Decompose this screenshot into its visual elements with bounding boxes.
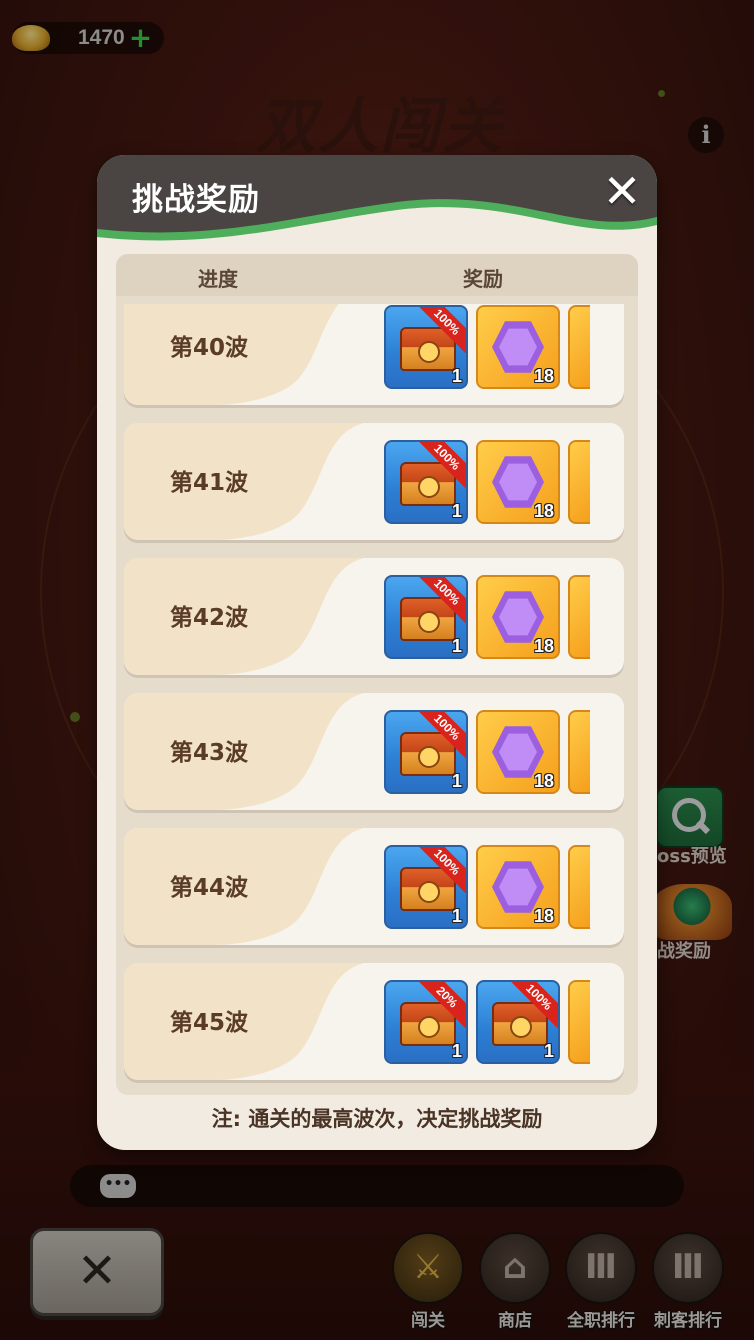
dialog-title: 挑战奖励 xyxy=(132,182,260,218)
item-count: 1 xyxy=(543,1041,554,1061)
wave-label: 第41波 xyxy=(170,470,249,496)
wave-label: 第42波 xyxy=(170,605,249,631)
item-count: 1 xyxy=(451,1041,462,1061)
item-count: 1 xyxy=(451,906,462,926)
table-row: 第45波 20% 1 100% 1 xyxy=(124,963,624,1080)
wave-label: 第40波 xyxy=(170,335,249,361)
table-row: 第41波 100% 1 18 xyxy=(124,423,624,540)
reward-chest-item[interactable]: 100% 1 xyxy=(384,845,468,929)
wave-label: 第45波 xyxy=(170,1010,249,1036)
item-count: 1 xyxy=(451,636,462,656)
reward-item-partial[interactable] xyxy=(568,305,590,389)
reward-hex-item[interactable]: 18 xyxy=(476,845,560,929)
reward-chest-item[interactable]: 100% 1 xyxy=(384,305,468,389)
item-count: 18 xyxy=(533,906,554,926)
item-count: 18 xyxy=(533,636,554,656)
wave-label: 第43波 xyxy=(170,740,249,766)
reward-list[interactable]: 第40波 100% 1 18 第41波 100% 1 18 第42波 100% 1 18 第43波 100… xyxy=(124,304,630,1087)
table-row: 第43波 100% 1 18 xyxy=(124,693,624,810)
item-count: 18 xyxy=(533,366,554,386)
table-header: 进度 奖励 xyxy=(116,254,638,296)
reward-chest-item[interactable]: 100% 1 xyxy=(476,980,560,1064)
close-icon[interactable]: ✕ xyxy=(602,168,642,214)
reward-item-partial[interactable] xyxy=(568,440,590,524)
progress-header: 进度 xyxy=(198,267,238,291)
reward-item-partial[interactable] xyxy=(568,845,590,929)
challenge-reward-dialog: 挑战奖励 ✕ 进度 奖励 第40波 100% 1 18 第41波 100% 1 18 第42波 1… xyxy=(97,155,657,1150)
item-count: 18 xyxy=(533,501,554,521)
reward-hex-item[interactable]: 18 xyxy=(476,710,560,794)
reward-chest-item[interactable]: 100% 1 xyxy=(384,575,468,659)
reward-item-partial[interactable] xyxy=(568,575,590,659)
reward-hex-item[interactable]: 18 xyxy=(476,440,560,524)
wave-label: 第44波 xyxy=(170,875,249,901)
reward-hex-item[interactable]: 18 xyxy=(476,575,560,659)
item-count: 1 xyxy=(451,771,462,791)
reward-hex-item[interactable]: 18 xyxy=(476,305,560,389)
reward-chest-item[interactable]: 100% 1 xyxy=(384,440,468,524)
table-row: 第40波 100% 1 18 xyxy=(124,304,624,405)
footer-note: 注: 通关的最高波次，决定挑战奖励 xyxy=(211,1107,543,1131)
reward-table: 进度 奖励 第40波 100% 1 18 第41波 100% 1 18 第42波 100% 1 18 第… xyxy=(116,254,638,1095)
reward-chest-item[interactable]: 100% 1 xyxy=(384,710,468,794)
table-row: 第42波 100% 1 18 xyxy=(124,558,624,675)
reward-item-partial[interactable] xyxy=(568,710,590,794)
reward-header: 奖励 xyxy=(463,267,503,291)
item-count: 1 xyxy=(451,501,462,521)
reward-chest-item[interactable]: 20% 1 xyxy=(384,980,468,1064)
reward-item-partial[interactable] xyxy=(568,980,590,1064)
item-count: 1 xyxy=(451,366,462,386)
table-row: 第44波 100% 1 18 xyxy=(124,828,624,945)
item-count: 18 xyxy=(533,771,554,791)
